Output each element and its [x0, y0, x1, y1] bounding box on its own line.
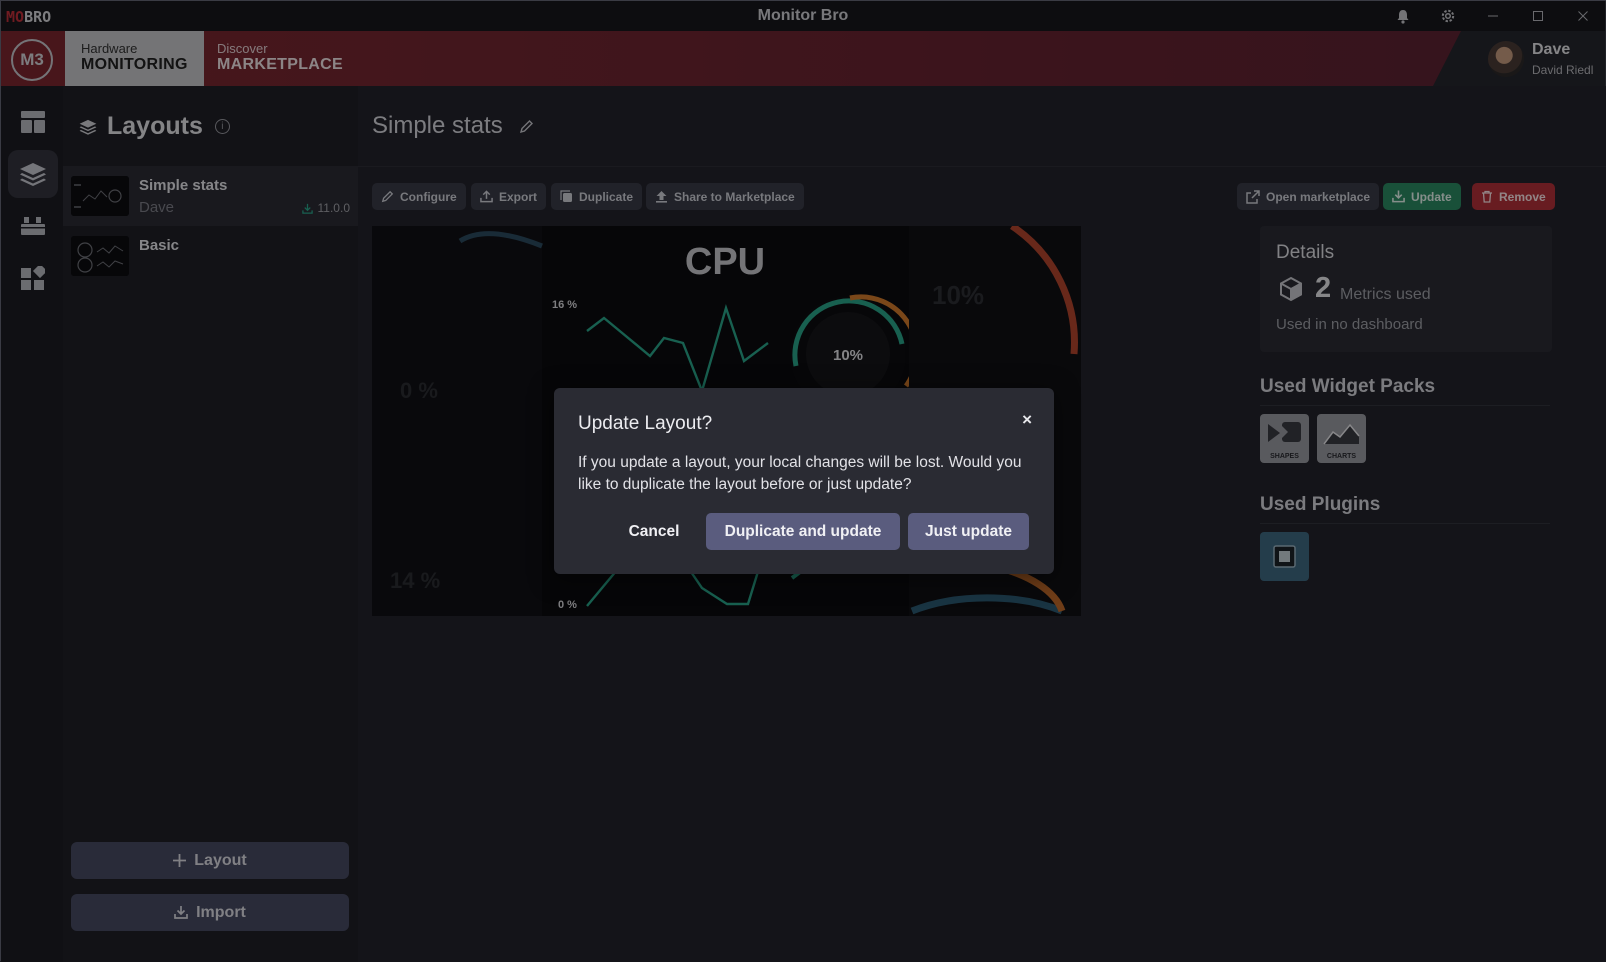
- dialog-close-button[interactable]: ×: [1022, 410, 1032, 430]
- update-layout-dialog: Update Layout? × If you update a layout,…: [554, 388, 1054, 574]
- just-update-button[interactable]: Just update: [908, 513, 1029, 550]
- app-window: MOBRO Monitor Bro M3 Hardware MONITORING: [0, 0, 1606, 962]
- dialog-title: Update Layout?: [578, 413, 713, 434]
- cancel-button[interactable]: Cancel: [614, 513, 694, 550]
- dialog-message: If you update a layout, your local chang…: [578, 454, 1022, 493]
- duplicate-and-update-button[interactable]: Duplicate and update: [706, 513, 900, 550]
